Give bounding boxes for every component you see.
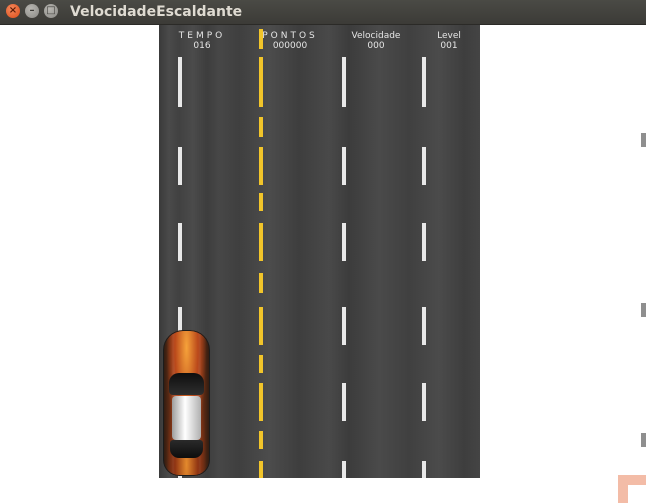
center-lane-dash	[259, 273, 263, 293]
center-lane-dash	[259, 147, 263, 185]
level-label: Level	[437, 31, 461, 41]
lane-dash	[342, 147, 346, 185]
center-lane-dash	[259, 57, 263, 107]
minimize-window-button[interactable]: –	[25, 4, 39, 18]
lane-dash	[178, 223, 182, 261]
lane-dash	[422, 383, 426, 421]
edge-mark	[641, 303, 646, 317]
lane-dash	[178, 57, 182, 107]
center-lane-dash	[259, 29, 263, 49]
velocidade-value: 000	[367, 41, 385, 51]
center-lane-dash	[259, 431, 263, 449]
hud-tempo: TEMPO 016	[177, 31, 227, 51]
lane-dash	[342, 383, 346, 421]
lane-dash	[422, 57, 426, 107]
flame-car-icon	[163, 330, 210, 476]
lane-dash	[422, 147, 426, 185]
hud-velocidade: Velocidade 000	[349, 31, 403, 51]
car-windshield	[169, 373, 204, 395]
center-lane-dash	[259, 193, 263, 211]
pontos-label: PONTOS	[262, 31, 318, 41]
tempo-value: 016	[193, 41, 211, 51]
center-lane-dash	[259, 383, 263, 421]
window-titlebar: × – □ VelocidadeEscaldante	[0, 0, 646, 25]
lane-dash	[342, 57, 346, 107]
lane-dash	[342, 461, 346, 478]
center-lane-dash	[259, 307, 263, 345]
hud-level: Level 001	[431, 31, 467, 51]
center-lane-dash	[259, 355, 263, 373]
level-value: 001	[440, 41, 458, 51]
lane-dash	[342, 307, 346, 345]
hud-pontos: PONTOS 000000	[259, 31, 321, 51]
lane-dash	[422, 307, 426, 345]
window-title: VelocidadeEscaldante	[70, 4, 243, 20]
center-lane-dash	[259, 461, 263, 478]
center-lane-dash	[259, 117, 263, 137]
edge-mark	[641, 433, 646, 447]
velocidade-label: Velocidade	[351, 31, 401, 41]
lane-dash	[342, 223, 346, 261]
game-canvas[interactable]: TEMPO 016 PONTOS 000000 Velocidade 000 L…	[0, 25, 646, 503]
lane-dash	[422, 461, 426, 478]
pontos-value: 000000	[272, 41, 308, 51]
corner-sprite	[618, 475, 646, 503]
lane-dash	[178, 147, 182, 185]
tempo-label: TEMPO	[178, 31, 226, 41]
center-lane-dash	[259, 223, 263, 261]
close-window-button[interactable]: ×	[6, 4, 20, 18]
car-rear-window	[170, 440, 203, 458]
car-roof	[172, 396, 201, 440]
maximize-window-button[interactable]: □	[44, 4, 58, 18]
lane-dash	[422, 223, 426, 261]
edge-mark	[641, 133, 646, 147]
